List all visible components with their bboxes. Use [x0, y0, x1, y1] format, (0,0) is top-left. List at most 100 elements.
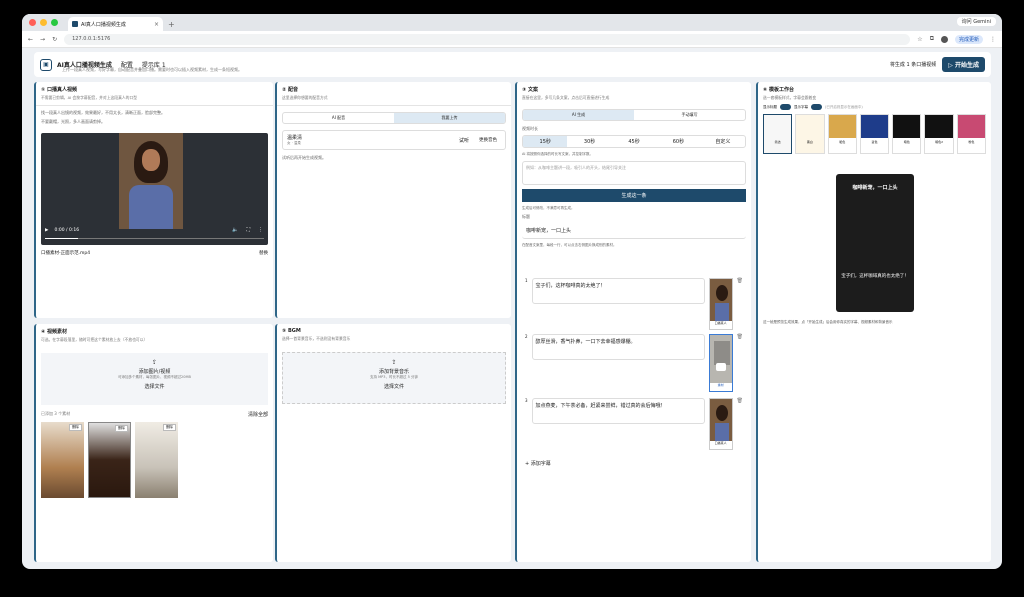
- progress-bar[interactable]: [45, 237, 264, 239]
- card-subtitle: 不需要已剪辑，AI 会按字幕配音，并对上这段真人的口型: [41, 95, 138, 100]
- media-upload-area[interactable]: ⇪ 添加图片/视频 可添加多个素材，每张图片、视频不超过20MB 选择文件: [41, 353, 268, 405]
- voice-name: 温柔清: [287, 135, 303, 141]
- voice-hint: 试听后再开始生成视频。: [282, 155, 326, 160]
- start-generate-button[interactable]: ▷ 开始生成: [942, 57, 985, 72]
- duration-60[interactable]: 60秒: [656, 136, 700, 147]
- card-template: ⑥ 模板工作台 选一套模板样式，字幕会跟着变 显示标题 显示字幕 (已开启则显示…: [756, 82, 991, 562]
- delete-icon[interactable]: 🗑: [737, 334, 743, 398]
- upload-icon: ⇪: [391, 359, 397, 366]
- card-title: ① 口播真人视频: [41, 87, 77, 93]
- thumbnail-label: 口播真人: [714, 441, 727, 445]
- template-dark[interactable]: 暗色: [892, 114, 922, 154]
- template-dark-2[interactable]: 暗色2: [924, 114, 954, 154]
- clear-all-button[interactable]: 清除全部: [248, 411, 268, 418]
- title-input[interactable]: 咖啡新宠，一口上头: [522, 223, 746, 239]
- reload-icon[interactable]: ↻: [52, 36, 57, 43]
- paragraph-thumbnail[interactable]: 口播真人: [708, 278, 733, 330]
- video-filename: 口播素材-正面示范.mp4: [41, 251, 91, 256]
- media-thumbnail[interactable]: 删除: [135, 422, 178, 498]
- remove-media-button[interactable]: 删除: [69, 424, 82, 431]
- play-icon[interactable]: ▶: [45, 228, 48, 233]
- change-voice-button[interactable]: 更换音色: [475, 135, 501, 145]
- duration-15[interactable]: 15秒: [523, 136, 568, 147]
- more-icon[interactable]: ⋮: [258, 227, 263, 233]
- paragraph-input[interactable]: 醇厚丝滑，香气扑鼻，一口下去幸福感爆棚。: [531, 334, 705, 360]
- media-thumbnail[interactable]: 删除: [41, 422, 84, 498]
- template-label: 黑白: [806, 140, 813, 144]
- tab-title: AI真人口播视频生成: [81, 21, 126, 28]
- fullscreen-icon[interactable]: ⛶: [246, 227, 250, 233]
- template-simple[interactable]: 简洁: [763, 114, 793, 154]
- new-tab-icon[interactable]: +: [168, 20, 175, 29]
- media-thumbnail[interactable]: 删除: [88, 422, 131, 498]
- add-subtitle-button[interactable]: + 添加字幕: [525, 460, 743, 467]
- duration-label: 视频时长: [522, 126, 538, 131]
- list-item: 2 醇厚丝滑，香气扑鼻，一口下去幸福感爆棚。 素材 🗑: [525, 334, 743, 398]
- app-header: ▣ AI真人口播视频生成 配置 提示库 1 上传一段真人视频，写好字幕，自动配音…: [34, 52, 991, 77]
- tab-ai-script[interactable]: AI 生成: [523, 110, 634, 120]
- remove-media-button[interactable]: 删除: [115, 425, 128, 432]
- app-subtitle: 上传一段真人视频，写好字幕，自动配音并叠加口播。需要时也可以插入视频素材，生成一…: [62, 67, 242, 72]
- generate-script-button[interactable]: 生成这一条: [522, 189, 746, 202]
- template-bw[interactable]: 黑白: [795, 114, 825, 154]
- template-label: 暗色2: [935, 140, 943, 144]
- paragraph-thumbnail[interactable]: 口播真人: [708, 398, 733, 450]
- tab-upload-voice[interactable]: 我要上传: [394, 113, 505, 123]
- prompt-input[interactable]: 例如：从咖啡主题讲一段，吸引人的开头，结尾引导关注: [522, 161, 746, 185]
- maximize-window-icon[interactable]: [51, 19, 58, 26]
- try-voice-button[interactable]: 试听: [459, 137, 469, 144]
- bookmark-star-icon[interactable]: ☆: [917, 36, 922, 43]
- gemini-button[interactable]: 询问 Gemini: [956, 17, 996, 26]
- bgm-upload-area[interactable]: ⇪ 添加背景音乐 支持 MP3，时长不超过 5 分钟 选择文件: [282, 352, 506, 404]
- close-window-icon[interactable]: [29, 19, 36, 26]
- card-script: ③ 文案 直接在这里，多写几条文案，点击后可直接进行生成 AI 生成 手动填写 视…: [515, 82, 751, 562]
- card-title: ④ 视频素材: [41, 329, 67, 335]
- profile-avatar[interactable]: [940, 35, 948, 43]
- card-title: ③ 文案: [522, 87, 538, 93]
- duration-custom[interactable]: 自定义: [701, 136, 745, 147]
- update-button[interactable]: 完成更新: [954, 34, 983, 44]
- delete-icon[interactable]: 🗑: [737, 278, 743, 340]
- paragraph-hint: 在配音文案里，每段一行，可以点击右侧图片换成别的素材。: [522, 243, 617, 247]
- video-frame: [119, 133, 183, 229]
- upload-title: 添加背景音乐: [378, 369, 409, 375]
- title-label: 标题: [522, 214, 530, 219]
- toggle-subtitle-label: 显示字幕: [794, 104, 808, 109]
- volume-icon[interactable]: 🔈: [232, 227, 238, 233]
- duration-45[interactable]: 45秒: [612, 136, 656, 147]
- upload-subtitle: 可添加多个素材，每张图片、视频不超过20MB: [118, 375, 191, 379]
- toggle-subtitle[interactable]: [811, 104, 822, 110]
- voice-mode-tabs: AI 配音 我要上传: [282, 112, 506, 124]
- delete-icon[interactable]: 🗑: [737, 398, 743, 456]
- close-tab-icon[interactable]: ×: [154, 21, 159, 28]
- template-pink[interactable]: 粉色: [956, 114, 986, 154]
- url-field[interactable]: 127.0.0.1:5176: [64, 33, 911, 45]
- menu-icon[interactable]: ⋮: [990, 36, 996, 43]
- remove-media-button[interactable]: 删除: [163, 424, 176, 431]
- extensions-icon[interactable]: ⧉: [930, 35, 934, 43]
- back-icon[interactable]: ←: [28, 36, 33, 43]
- card-voice: ② 配音 这里选择你想要的配音方式 AI 配音 我要上传 温柔清女 · 温柔 试听…: [275, 82, 511, 318]
- toggle-title[interactable]: [780, 104, 791, 110]
- paragraph-input[interactable]: 宝子们，这杯咖啡真的太绝了！: [531, 278, 705, 304]
- choose-file-button[interactable]: 选择文件: [283, 383, 505, 390]
- paragraph-thumbnail[interactable]: 素材: [708, 334, 733, 392]
- paragraph-input[interactable]: 加点燕麦，下午茶必备，赶紧来尝鲜，错过真的会后悔哦！: [531, 398, 705, 424]
- address-bar: ← → ↻ 127.0.0.1:5176 ☆ ⧉ 完成更新 ⋮: [22, 31, 1002, 48]
- tab-manual-script[interactable]: 手动填写: [634, 110, 745, 120]
- duration-30[interactable]: 30秒: [567, 136, 611, 147]
- video-time: 0:00 / 0:16: [54, 228, 80, 233]
- card-bgm: ⑤ BGM 选择一首背景音乐，不选则没有背景音乐 ⇪ 添加背景音乐 支持 MP3…: [275, 324, 511, 562]
- template-warm[interactable]: 暖色: [827, 114, 857, 154]
- template-blue[interactable]: 蓝色: [859, 114, 890, 154]
- browser-tab[interactable]: AI真人口播视频生成 ×: [68, 17, 163, 31]
- card-subtitle: 这里选择你想要的配音方式: [282, 95, 328, 100]
- choose-file-button[interactable]: 选择文件: [41, 383, 268, 390]
- video-player[interactable]: ▶ 0:00 / 0:16 🔈 ⛶ ⋮: [41, 133, 268, 245]
- minimize-window-icon[interactable]: [40, 19, 47, 26]
- media-list: 删除 删除 删除: [41, 422, 268, 498]
- voice-selector[interactable]: 温柔清女 · 温柔 试听 更换音色: [282, 130, 506, 150]
- tab-ai-voice[interactable]: AI 配音: [283, 113, 394, 123]
- replace-video-link[interactable]: 替换: [259, 250, 268, 256]
- forward-icon[interactable]: →: [40, 36, 45, 43]
